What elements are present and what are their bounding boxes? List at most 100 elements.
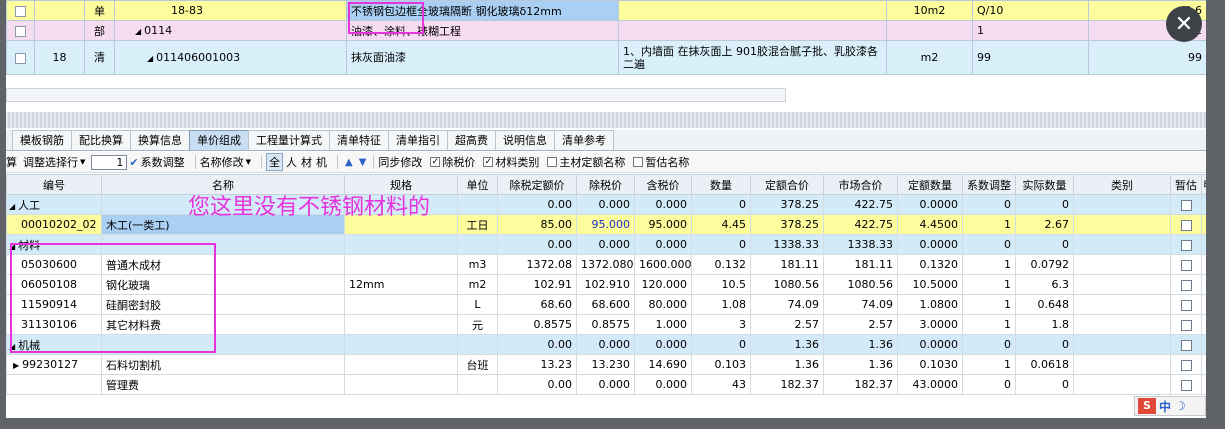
cell-sum2[interactable]: 74.09 — [823, 294, 898, 315]
cell-qty[interactable]: 10.5 — [691, 274, 751, 295]
cell-unit[interactable]: m3 — [457, 254, 498, 275]
grid-header-7[interactable]: 数量 — [691, 174, 751, 195]
cell-p1[interactable]: 0.00 — [497, 234, 577, 255]
cell-owner-supplied[interactable] — [1201, 294, 1206, 315]
quota-cell-seq[interactable] — [34, 0, 85, 21]
provisional-checkbox[interactable] — [1180, 199, 1192, 211]
quota-cell-chk[interactable] — [6, 0, 35, 21]
resource-row[interactable]: 00010202_02 木工(一类工) 工日 85.00 95.000 95.000 4.4… — [6, 214, 1206, 235]
grid-header-3[interactable]: 单位 — [457, 174, 498, 195]
cell-actual[interactable]: 0.0792 — [1015, 254, 1074, 275]
cell-dq[interactable]: 3.0000 — [897, 314, 963, 335]
quota-cell-chk[interactable] — [6, 40, 35, 75]
cell-p3[interactable]: 1.000 — [634, 314, 692, 335]
cell-unit[interactable]: 工日 — [457, 214, 498, 235]
cell-dq[interactable]: 43.0000 — [897, 374, 963, 395]
name-edit-dropdown[interactable]: 名称修改 ▼ — [200, 154, 251, 170]
grid-header-11[interactable]: 系数调整 — [962, 174, 1016, 195]
grid-header-5[interactable]: 除税价 — [576, 174, 635, 195]
cell-spec[interactable] — [344, 234, 458, 255]
cell-owner-supplied[interactable] — [1201, 314, 1206, 335]
cell-p2[interactable]: 0.000 — [576, 194, 635, 215]
provisional-checkbox[interactable] — [1180, 279, 1192, 291]
cell-code[interactable]: 00010202_02 — [6, 214, 102, 235]
cell-p2[interactable]: 0.000 — [576, 234, 635, 255]
quota-row[interactable]: 单18-83不锈钢包边框全玻璃隔断 钢化玻璃δ12mm10m2Q/100.6 — [6, 0, 1206, 21]
cell-sum1[interactable]: 2.57 — [750, 314, 824, 335]
horizontal-scrollbar[interactable] — [6, 88, 786, 102]
cell-p3[interactable]: 0.000 — [634, 374, 692, 395]
cell-dq[interactable]: 1.0800 — [897, 294, 963, 315]
cell-spec[interactable] — [344, 294, 458, 315]
tree-expand-icon[interactable]: ◢ — [135, 27, 141, 36]
cell-actual[interactable]: 0.0618 — [1015, 354, 1074, 375]
quota-cell-name[interactable]: 抹灰面油漆 — [346, 40, 619, 75]
cell-sum1[interactable]: 182.37 — [750, 374, 824, 395]
cell-sum2[interactable]: 1080.56 — [823, 274, 898, 295]
cell-coef[interactable]: 1 — [962, 354, 1016, 375]
cell-sum1[interactable]: 1080.56 — [750, 274, 824, 295]
cell-sum2[interactable]: 181.11 — [823, 254, 898, 275]
cell-provisional[interactable] — [1170, 214, 1202, 235]
cell-owner-supplied[interactable] — [1201, 334, 1206, 355]
cell-provisional[interactable] — [1170, 254, 1202, 275]
quota-cell-code[interactable]: 18-83 — [114, 0, 347, 21]
tree-expand-icon[interactable]: ▶ — [13, 361, 19, 370]
quota-cell-code[interactable]: ◢ 0114 — [114, 20, 347, 41]
cell-unit[interactable]: 台班 — [457, 354, 498, 375]
provisional-checkbox[interactable] — [1180, 259, 1192, 271]
cell-spec[interactable] — [344, 254, 458, 275]
cell-owner-supplied[interactable] — [1201, 194, 1206, 215]
cell-p3[interactable]: 95.000 — [634, 214, 692, 235]
cell-sum2[interactable]: 1338.33 — [823, 234, 898, 255]
cell-p1[interactable]: 102.91 — [497, 274, 577, 295]
provisional-checkbox[interactable] — [1180, 319, 1192, 331]
quota-cell-feature[interactable] — [618, 20, 887, 41]
cell-coef[interactable]: 0 — [962, 234, 1016, 255]
tab-7[interactable]: 超高费 — [447, 130, 496, 150]
cell-cls[interactable] — [1073, 234, 1171, 255]
cell-sum2[interactable]: 1.36 — [823, 354, 898, 375]
cell-p1[interactable]: 13.23 — [497, 354, 577, 375]
grid-header-9[interactable]: 市场合价 — [823, 174, 898, 195]
quota-row[interactable]: 18 清 ◢ 011406001003 抹灰面油漆 1、内墙面 在抹灰面上 901胶混合腻… — [6, 40, 1206, 75]
cell-sum1[interactable]: 1.36 — [750, 354, 824, 375]
quota-cell-seq[interactable] — [34, 20, 85, 41]
grid-header-12[interactable]: 实际数量 — [1015, 174, 1074, 195]
quota-cell-qty-expr[interactable]: Q/10 — [972, 0, 1089, 21]
grid-header-10[interactable]: 定额数量 — [897, 174, 963, 195]
cell-spec[interactable] — [344, 334, 458, 355]
close-button[interactable]: ✕ — [1166, 6, 1202, 42]
cell-sum2[interactable]: 1.36 — [823, 334, 898, 355]
cell-p2[interactable]: 95.000 — [576, 214, 635, 235]
cell-name[interactable]: 管理费 — [101, 374, 345, 395]
cell-owner-supplied[interactable] — [1201, 254, 1206, 275]
cell-dq[interactable]: 4.4500 — [897, 214, 963, 235]
calc-button[interactable]: 算 — [6, 154, 17, 170]
cell-sum1[interactable]: 181.11 — [750, 254, 824, 275]
cell-unit[interactable]: m2 — [457, 274, 498, 295]
cell-cls[interactable] — [1073, 354, 1171, 375]
moon-icon[interactable]: ☽ — [1175, 399, 1186, 413]
cell-sum2[interactable]: 182.37 — [823, 374, 898, 395]
grid-header-6[interactable]: 含税价 — [634, 174, 692, 195]
cell-p2[interactable]: 0.000 — [576, 374, 635, 395]
material-type-checkbox[interactable]: ✓ 材料类别 — [481, 154, 539, 170]
cell-p1[interactable]: 68.60 — [497, 294, 577, 315]
grid-header-4[interactable]: 除税定额价 — [497, 174, 577, 195]
cell-p2[interactable]: 0.8575 — [576, 314, 635, 335]
filter-machine-button[interactable]: 机 — [316, 154, 327, 170]
cell-dq[interactable]: 0.1030 — [897, 354, 963, 375]
grid-header-15[interactable]: 甲供 — [1201, 174, 1206, 195]
provisional-checkbox[interactable] — [1180, 359, 1192, 371]
cell-unit[interactable] — [457, 234, 498, 255]
quota-row[interactable]: 部◢0114油漆、涂料、裱糊工程11 — [6, 20, 1206, 41]
cell-cls[interactable] — [1073, 294, 1171, 315]
splitter-handle[interactable] — [6, 112, 1206, 128]
cell-p3[interactable]: 1600.000 — [634, 254, 692, 275]
cell-owner-supplied[interactable] — [1201, 354, 1206, 375]
cell-unit[interactable]: L — [457, 294, 498, 315]
cell-cls[interactable] — [1073, 194, 1171, 215]
provisional-checkbox[interactable] — [1180, 339, 1192, 351]
grid-header-0[interactable]: 编号 — [6, 174, 102, 195]
